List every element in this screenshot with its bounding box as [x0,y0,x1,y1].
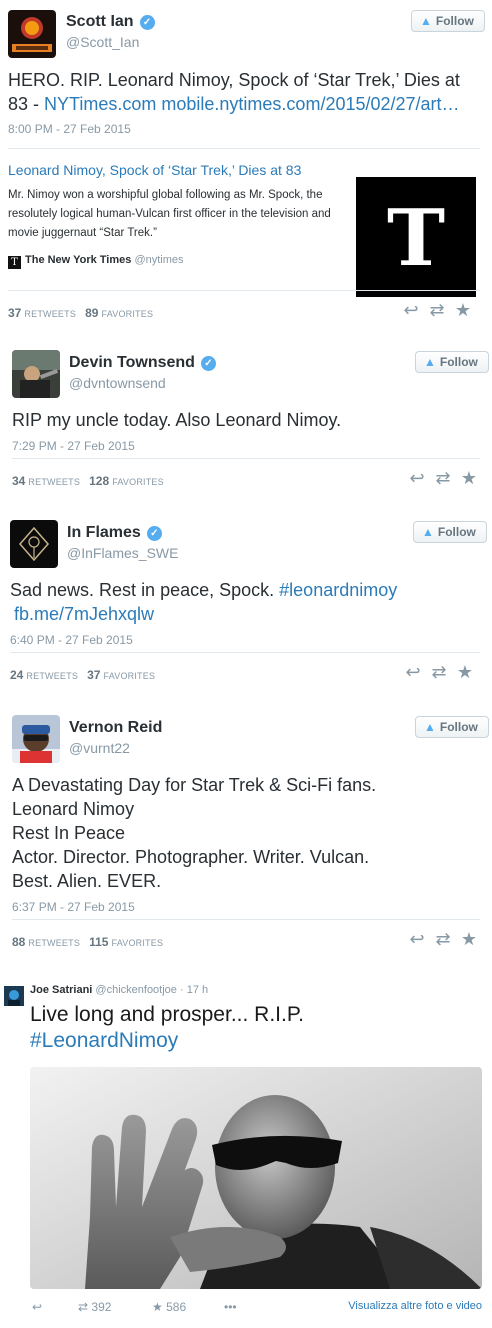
tweet-stats: 34 Retweets 128 Favorites [12,474,164,488]
retweet-icon[interactable]: ⇄ [426,662,452,683]
tweet-actions: ↩ ⇄ ★ [398,300,476,321]
avatar[interactable] [12,350,60,398]
nyt-small-icon: T [8,256,21,269]
tweet-link[interactable]: NYTimes.com [44,94,156,114]
card-description: Mr. Nimoy won a worshipful global follow… [8,189,331,239]
user-name[interactable]: In Flames ✓ [67,524,162,542]
avatar[interactable] [8,10,56,58]
divider [12,458,480,459]
tweet-scott-ian: Scott Ian ✓ @Scott_Ian ▲ Follow HERO. RIP.… [0,0,492,330]
divider [12,919,480,920]
user-handle[interactable]: @InFlames_SWE [67,545,178,561]
favorite-count: 586 [166,1300,187,1314]
tweet-timestamp[interactable]: 6:40 PM - 27 Feb 2015 [10,633,133,647]
user-name[interactable]: Devin Townsend ✓ [69,354,216,372]
card-source: T The New York Times @nytimes [8,254,184,269]
tweet-link[interactable]: mobile.nytimes.com/2015/02/27/art… [161,94,459,114]
tweet-time[interactable]: · 17 h [180,984,208,996]
retweet-icon: ⇄ [78,1300,89,1314]
tweet-text: Live long and prosper... R.I.P. #Leonard… [30,1003,304,1052]
tweet-header: Joe Satriani @chickenfootjoe · 17 h [30,984,208,996]
reply-icon[interactable]: ↩ [398,300,424,321]
retweet-count: 392 [91,1300,112,1314]
tweet-actions: ↩ ⇄ ★ [404,929,482,950]
user-name[interactable]: Vernon Reid [69,719,162,737]
tweet-text: Sad news. Rest in peace, Spock. #leonard… [10,580,398,624]
bird-icon: ▲ [420,14,432,28]
tweet-photo[interactable] [30,1067,482,1289]
user-handle[interactable]: @dvntownsend [69,375,166,391]
favorite-icon[interactable]: ★ [452,662,478,683]
tweet-text: HERO. RIP. Leonard Nimoy, Spock of ‘Star… [8,70,460,114]
user-handle[interactable]: @chickenfootjoe [95,984,177,996]
reply-icon[interactable]: ↩ [400,662,426,683]
follow-button[interactable]: ▲ Follow [415,716,489,738]
tweet-actions: ↩ ⇄ ★ [404,468,482,489]
nyt-logo-image[interactable]: T [356,177,476,297]
divider [8,148,480,149]
more-icon[interactable]: ••• [224,1300,237,1314]
hashtag-link[interactable]: #LeonardNimoy [30,1029,178,1052]
reply-icon[interactable]: ↩ [32,1300,42,1314]
user-handle[interactable]: @vurnt22 [69,740,130,756]
hashtag-link[interactable]: #leonardnimoy [279,580,397,600]
avatar[interactable] [12,715,60,763]
tweet-vernon-reid: Vernon Reid @vurnt22 ▲ Follow A Devastati… [0,705,492,955]
retweet-icon[interactable]: ⇄ [430,929,456,950]
tweet-link[interactable]: fb.me/7mJehxqlw [14,604,154,624]
more-photos-link[interactable]: Visualizza altre foto e video [348,1300,482,1312]
tweet-timestamp[interactable]: 7:29 PM - 27 Feb 2015 [12,439,135,453]
tweet-timestamp[interactable]: 6:37 PM - 27 Feb 2015 [12,900,135,914]
tweet-joe-satriani: Joe Satriani @chickenfootjoe · 17 h Live… [0,980,492,1320]
retweet-button[interactable]: ⇄ 392 [78,1300,111,1314]
verified-icon: ✓ [146,526,162,541]
retweet-icon[interactable]: ⇄ [424,300,450,321]
favorite-icon[interactable]: ★ [450,300,476,321]
tweet-stats: 88 Retweets 115 Favorites [12,935,164,949]
user-name[interactable]: Scott Ian ✓ [66,13,155,31]
follow-button[interactable]: ▲ Follow [413,521,487,543]
bird-icon: ▲ [424,720,436,734]
avatar[interactable] [4,986,24,1006]
retweet-icon[interactable]: ⇄ [430,468,456,489]
tweet-stats: 37 Retweets 89 Favorites [8,306,154,320]
tweet-text: RIP my uncle today. Also Leonard Nimoy. [12,410,342,430]
favorite-icon[interactable]: ★ [456,468,482,489]
tweet-devin-townsend: Devin Townsend ✓ @dvntownsend ▲ Follow RIP… [0,340,492,500]
link-card[interactable]: Leonard Nimoy, Spock of ‘Star Trek,’ Die… [8,162,476,297]
reply-icon[interactable]: ↩ [404,468,430,489]
tweet-stats: 24 Retweets 37 Favorites [10,668,156,682]
reply-icon[interactable]: ↩ [404,929,430,950]
svg-text:T: T [387,193,445,284]
card-title[interactable]: Leonard Nimoy, Spock of ‘Star Trek,’ Die… [8,162,301,178]
follow-button[interactable]: ▲ Follow [415,351,489,373]
divider [10,652,480,653]
tweet-actions: ↩ ⇄ ★ [400,662,478,683]
user-name[interactable]: Joe Satriani [30,984,92,996]
tweet-text: A Devastating Day for Star Trek & Sci-Fi… [12,775,377,891]
follow-button[interactable]: ▲ Follow [411,10,485,32]
bird-icon: ▲ [422,525,434,539]
tweet-timestamp[interactable]: 8:00 PM - 27 Feb 2015 [8,122,131,136]
favorite-icon[interactable]: ★ [456,929,482,950]
verified-icon: ✓ [139,15,155,30]
avatar[interactable] [10,520,58,568]
user-handle[interactable]: @Scott_Ian [66,34,139,50]
verified-icon: ✓ [200,356,216,371]
tweet-in-flames: In Flames ✓ @InFlames_SWE ▲ Follow Sad new… [0,510,492,690]
divider [8,290,480,291]
bird-icon: ▲ [424,355,436,369]
favorite-icon: ★ [152,1300,163,1314]
favorite-button[interactable]: ★ 586 [152,1300,186,1314]
